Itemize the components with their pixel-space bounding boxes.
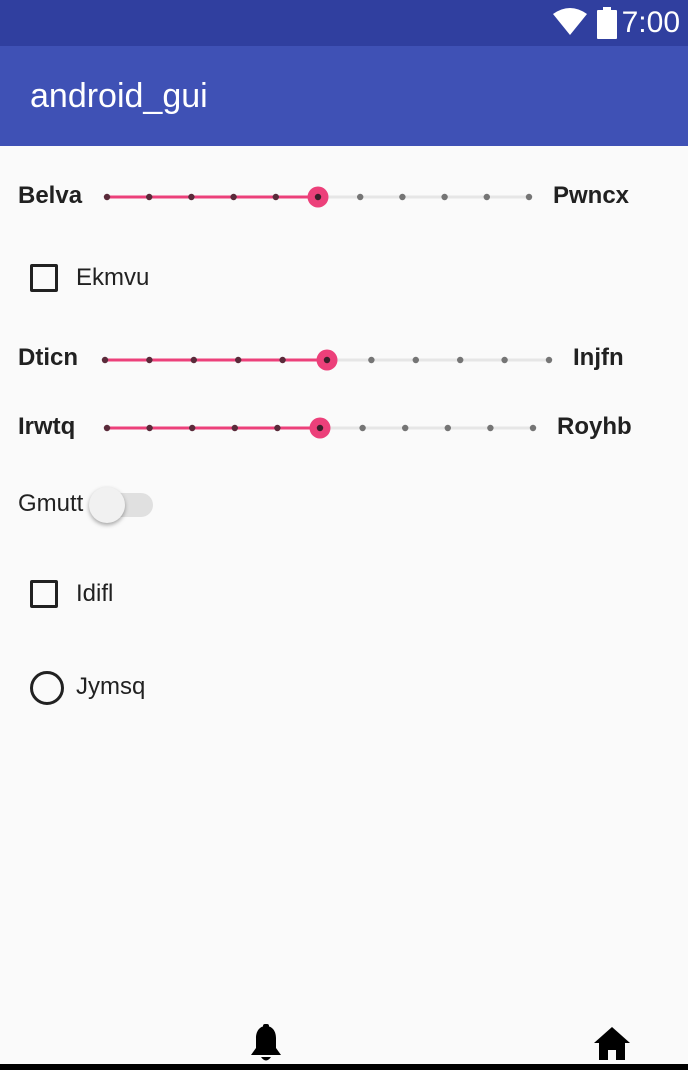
radio-circle[interactable] <box>30 671 64 705</box>
slider-tick <box>525 193 533 201</box>
checkbox-idifl[interactable]: Idifl <box>30 578 230 614</box>
slider-tick <box>146 356 153 364</box>
switch-label: Gmutt <box>18 490 84 517</box>
slider-1-right-label: Pwncx <box>553 182 630 209</box>
slider-tick <box>272 193 279 201</box>
slider-tick <box>444 424 451 432</box>
app-title: android_gui <box>30 77 208 115</box>
slider-1-left-label: Belva <box>18 182 83 209</box>
radio-jymsq[interactable]: Jymsq <box>30 671 230 707</box>
checkbox-ekmvu[interactable]: Ekmvu <box>30 262 230 298</box>
slider-tick <box>368 356 375 364</box>
slider-thumb-center <box>323 356 331 364</box>
bell-icon[interactable] <box>248 1024 284 1064</box>
bottom-edge <box>0 1064 688 1070</box>
slider-tick <box>399 193 406 201</box>
slider-tick <box>190 356 197 364</box>
battery-icon <box>597 7 617 39</box>
slider-tick <box>230 193 237 201</box>
slider-thumb-center <box>314 193 322 201</box>
slider-3[interactable] <box>100 413 540 443</box>
slider-tick <box>487 424 494 432</box>
checkbox-label: Idifl <box>76 580 114 607</box>
slider-tick <box>103 424 111 432</box>
slider-tick <box>279 356 286 364</box>
slider-tick <box>529 424 537 432</box>
slider-2-right-label: Injfn <box>573 344 624 371</box>
switch-thumb[interactable] <box>89 487 125 523</box>
checkbox-box[interactable] <box>30 264 58 292</box>
checkbox-label: Ekmvu <box>76 264 150 291</box>
slider-tick <box>501 356 508 364</box>
slider-2-left-label: Dticn <box>18 344 78 371</box>
slider-tick <box>235 356 242 364</box>
slider-tick <box>545 356 553 364</box>
slider-tick <box>402 424 409 432</box>
slider-tick <box>412 356 419 364</box>
app-bar: android_gui <box>0 46 688 146</box>
wifi-icon <box>553 8 587 35</box>
slider-tick <box>231 424 238 432</box>
status-time: 7:00 <box>621 6 680 39</box>
slider-tick <box>188 193 195 201</box>
slider-tick <box>441 193 448 201</box>
slider-thumb-center <box>316 424 324 432</box>
slider-tick <box>103 193 111 201</box>
slider-tick <box>359 424 366 432</box>
home-icon[interactable] <box>593 1026 631 1062</box>
slider-3-left-label: Irwtq <box>18 413 76 440</box>
radio-label: Jymsq <box>76 673 146 700</box>
slider-1[interactable] <box>100 182 536 212</box>
checkbox-box[interactable] <box>30 580 58 608</box>
slider-tick <box>457 356 464 364</box>
slider-3-right-label: Royhb <box>557 413 632 440</box>
status-bar: 7:00 <box>0 0 688 46</box>
app-screen: 7:00 android_gui Belva Pwncx Ekmvu Dticn… <box>0 0 688 1070</box>
slider-tick <box>189 424 196 432</box>
slider-tick <box>357 193 364 201</box>
slider-tick <box>483 193 490 201</box>
slider-tick <box>101 356 109 364</box>
slider-2[interactable] <box>98 345 556 375</box>
slider-tick <box>274 424 281 432</box>
slider-tick <box>146 424 153 432</box>
slider-tick <box>146 193 153 201</box>
